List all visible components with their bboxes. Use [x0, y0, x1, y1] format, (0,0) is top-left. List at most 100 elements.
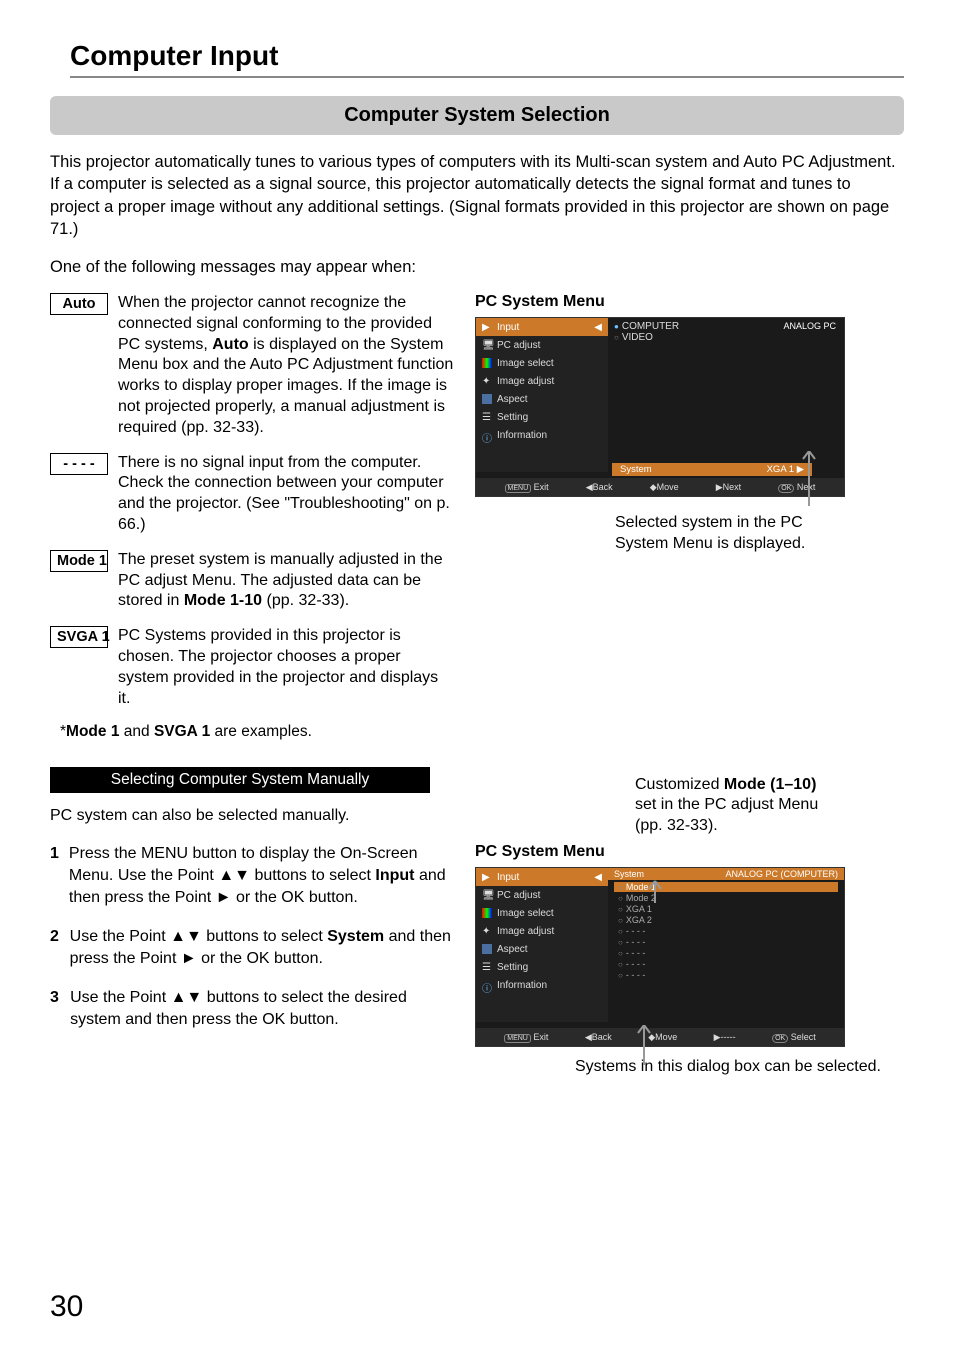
osd-bottom-label: Exit [534, 482, 549, 492]
osd-head-left: System [614, 869, 644, 879]
osd-opt-label: - - - - [626, 937, 646, 947]
image-adjust-icon: ✦ [482, 926, 492, 936]
osd-sidebar-item: Image select [476, 904, 608, 922]
cap-part: Customized [635, 776, 724, 793]
figure2-caption-top: Customized Mode (1–10) set in the PC adj… [635, 775, 835, 837]
osd-bottom-label: Select [791, 1032, 816, 1042]
pc-icon: 🖥 [482, 340, 492, 350]
osd-btn: ◀Back [585, 1032, 612, 1043]
osd-label: PC adjust [497, 340, 540, 351]
osd-sidebar-item: ⓘInformation [476, 426, 608, 444]
osd-label: Image adjust [497, 926, 554, 937]
radio-empty-icon: ○ [618, 883, 623, 892]
setting-icon: ☰ [482, 962, 492, 972]
radio-empty-icon: ○ [618, 927, 623, 936]
step-text: Press the MENU button to display the On-… [69, 843, 455, 908]
triangle-left-icon: ◀ [594, 322, 602, 333]
radio-empty-icon: ○ [618, 949, 623, 958]
osd-btn: ◆Move [650, 482, 679, 493]
step-3: 3 Use the Point ▲▼ buttons to select the… [50, 987, 455, 1030]
osd-label: Image select [497, 358, 554, 369]
info-icon: ⓘ [482, 430, 492, 440]
radio-empty-icon: ○ [614, 333, 619, 342]
foot-part: are examples. [210, 723, 312, 740]
manual-intro: PC system can also be selected manually. [50, 807, 455, 825]
step-part: Use the Point ▲▼ buttons to select [70, 928, 328, 945]
pc-icon: 🖥 [482, 890, 492, 900]
osd-sidebar: ▶Input◀ 🖥 PC adjust Image select ✦ Image a… [476, 868, 608, 1022]
osd-mode-option: ○- - - - [614, 937, 838, 947]
osd-btn: OK Select [772, 1032, 816, 1042]
step-bold: System [327, 928, 384, 945]
play-icon: ▶ [482, 872, 492, 882]
osd-mode-option: ○- - - - [614, 948, 838, 958]
intro-text: This projector automatically tunes to va… [50, 151, 904, 240]
osd-label: Setting [497, 412, 528, 423]
section-heading: Computer System Selection [50, 96, 904, 135]
figure1-title: PC System Menu [475, 293, 904, 311]
osd-label: PC adjust [497, 890, 540, 901]
message-row-dashes: - - - - There is no signal input from th… [50, 453, 455, 536]
osd-btn: MENU Exit [504, 1032, 548, 1042]
message-text: When the projector cannot recognize the … [118, 293, 455, 439]
subsection-heading: Selecting Computer System Manually [50, 767, 430, 793]
osd-sidebar-item: Aspect [476, 390, 608, 408]
osd-sidebar-item: ▶Input◀ [476, 868, 608, 886]
step-number: 1 [50, 843, 59, 908]
step-part: Press the MENU button to display the On-… [69, 845, 418, 884]
ok-icon: OK [772, 1034, 788, 1043]
step-1: 1 Press the MENU button to display the O… [50, 843, 455, 908]
osd-system-bar: System XGA 1 ▶ [612, 463, 812, 476]
osd-label: Image select [497, 908, 554, 919]
osd-mode-option: ○XGA 2 [614, 915, 838, 925]
radio-empty-icon: ○ [618, 905, 623, 914]
radio-empty-icon: ○ [618, 971, 623, 980]
osd-label: Aspect [497, 944, 528, 955]
msg-bold: Auto [212, 336, 248, 353]
osd-mode-option: ○- - - - [614, 959, 838, 969]
subintro-text: One of the following messages may appear… [50, 258, 904, 277]
step-text: Use the Point ▲▼ buttons to select the d… [70, 987, 455, 1030]
osd-label: Aspect [497, 394, 528, 405]
osd-sidebar: ▶Input◀ 🖥PC adjust Image select ✦Image a… [476, 318, 608, 472]
ok-icon: OK [778, 484, 794, 493]
osd-label: Image adjust [497, 376, 554, 387]
pointer-line-icon [643, 875, 673, 905]
osd-sidebar-item: Image select [476, 354, 608, 372]
foot-part: and [119, 723, 153, 740]
step-part: Use the Point ▲▼ buttons to select the d… [70, 989, 407, 1028]
message-label: SVGA 1 [50, 626, 108, 648]
osd-sidebar-item: ☰Setting [476, 958, 608, 976]
osd-menu-1: ▶Input◀ 🖥PC adjust Image select ✦Image a… [475, 317, 845, 497]
message-label: Mode 1 [50, 550, 108, 572]
step-text: Use the Point ▲▼ buttons to select Syste… [70, 926, 455, 969]
osd-opt: COMPUTER [622, 321, 679, 332]
foot-bold: SVGA 1 [154, 723, 210, 740]
osd-mode-option: ○XGA 1 [614, 904, 838, 914]
radio-empty-icon: ○ [618, 960, 623, 969]
figure2-caption-bottom: Systems in this dialog box can be select… [575, 1057, 904, 1078]
osd-sidebar-item: ☰Setting [476, 408, 608, 426]
footnote: *Mode 1 and SVGA 1 are examples. [60, 723, 455, 741]
osd-sidebar-item: ⓘ Information [476, 976, 608, 994]
step-2: 2 Use the Point ▲▼ buttons to select Sys… [50, 926, 455, 969]
info-icon: ⓘ [482, 980, 492, 990]
triangle-left-icon: ◀ [594, 872, 602, 883]
step-bold: Input [375, 867, 414, 884]
osd-label: Information [497, 980, 547, 991]
osd-sys-label: System [620, 464, 652, 475]
image-adjust-icon: ✦ [482, 376, 492, 386]
osd-sidebar-item: ✦ Image adjust [476, 922, 608, 940]
osd-header-right: ANALOG PC [783, 321, 836, 331]
foot-bold: Mode 1 [66, 723, 119, 740]
osd-opt-label: - - - - [626, 926, 646, 936]
msg-part: PC Systems provided in this projector is… [118, 627, 438, 706]
osd-opt: VIDEO [622, 332, 653, 343]
message-text: PC Systems provided in this projector is… [118, 626, 455, 709]
message-label: Auto [50, 293, 108, 315]
osd-label: Input [497, 322, 519, 333]
cap-bold: Mode (1–10) [724, 776, 816, 793]
step-number: 2 [50, 926, 60, 969]
osd-sidebar-item: 🖥 PC adjust [476, 886, 608, 904]
osd-opt-label: XGA 1 [626, 904, 652, 914]
